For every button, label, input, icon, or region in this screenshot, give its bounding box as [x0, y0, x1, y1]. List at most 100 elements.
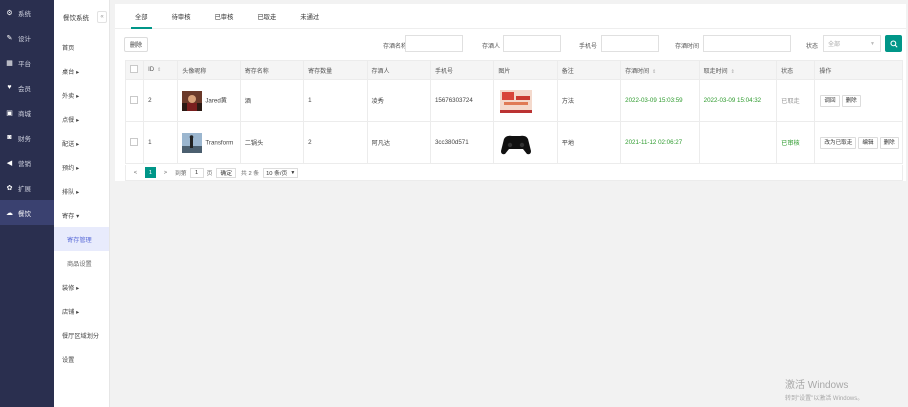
subnav-home[interactable]: 首页 [54, 35, 109, 59]
time-range-input[interactable] [703, 35, 791, 52]
subnav-reservation[interactable]: 预约 ▸ [54, 155, 109, 179]
sidebar-item-label: 设计 [18, 35, 31, 43]
subnav-decoration[interactable]: 装修 ▸ [54, 275, 109, 299]
phone-cell: 3cc380d571 [429, 121, 495, 164]
sidebar-item-platform[interactable]: ▦ 平台 [0, 50, 54, 75]
status-select[interactable]: 全部 ▼ [823, 35, 881, 52]
wallet-icon: ◙ [7, 134, 12, 141]
shop-icon: ▣ [6, 109, 13, 117]
row-checkbox[interactable] [130, 137, 138, 146]
subnav-order[interactable]: 点餐 ▸ [54, 107, 109, 131]
goto-label: 到第 [175, 171, 187, 177]
sidebar-item-label: 营销 [18, 160, 31, 168]
sidebar-item-shop[interactable]: ▣ 商城 [0, 100, 54, 125]
avatar-nickname-cell: Transform [177, 121, 241, 164]
delete-button[interactable]: 删除 [124, 37, 148, 52]
windows-activation-watermark: 激活 Windows 转到"设置"以激活 Windows。 [785, 376, 863, 402]
collapse-icon[interactable]: « [97, 11, 107, 23]
column-header[interactable]: 取走时间 ⇕ [698, 60, 778, 80]
subnav-storage[interactable]: 寄存 ▾ [54, 203, 109, 227]
watermark-line1: 激活 Windows [785, 380, 849, 391]
tab-taken[interactable]: 已取走 [257, 12, 276, 28]
select-all-cell[interactable] [124, 60, 145, 80]
edit-button[interactable]: 编辑 [858, 136, 878, 149]
sidebar-item-finance[interactable]: ◙ 财务 [0, 125, 54, 150]
sidebar-item-label: 餐饮 [18, 210, 31, 218]
wine-photo-thumbnail[interactable] [498, 85, 535, 116]
tab-approved[interactable]: 已审核 [214, 12, 233, 28]
avatar [182, 132, 203, 153]
row-checkbox[interactable] [130, 95, 138, 104]
search-button[interactable] [885, 35, 902, 52]
qty-cell: 2 [303, 121, 368, 164]
subnav-storage-manage[interactable]: 寄存管理 [54, 227, 109, 251]
row-delete-button[interactable]: 删除 [879, 136, 899, 149]
sidebar-item-system[interactable]: ⚙ 系统 [0, 0, 54, 25]
subnav-takeout[interactable]: 外卖 ▸ [54, 83, 109, 107]
tab-pending[interactable]: 待审核 [172, 12, 191, 28]
image-cell [493, 79, 558, 122]
page-number-input[interactable]: 1 [189, 167, 204, 178]
sort-icon: ⇕ [730, 68, 735, 75]
subnav-queue[interactable]: 排队 ▸ [54, 179, 109, 203]
store-time-cell: 2022-03-09 15:03:59 [620, 79, 700, 122]
total-count: 共 2 条 [241, 171, 260, 177]
subnav-storage-goods[interactable]: 商品设置 [54, 251, 109, 275]
column-header: 头像昵称 [177, 60, 241, 80]
status-select-value: 全部 [828, 42, 841, 48]
confirm-page-button[interactable]: 确定 [216, 167, 237, 178]
grid-icon: ▦ [6, 59, 13, 67]
filter-label-person: 存酒人 [481, 44, 500, 50]
row-select-cell[interactable] [124, 79, 145, 122]
watermark-line2: 转到"设置"以激活 Windows。 [785, 396, 864, 402]
brush-icon: ✎ [6, 34, 13, 42]
column-header: 备注 [556, 60, 622, 80]
filter-label-status: 状态 [805, 44, 818, 50]
subnav-store[interactable]: 店铺 ▸ [54, 299, 109, 323]
person-input[interactable] [503, 35, 561, 52]
cloud-icon: ☁ [6, 209, 13, 217]
column-header[interactable]: ID ⇕ [143, 60, 179, 80]
gamepad-photo-thumbnail[interactable] [498, 128, 535, 157]
mark-taken-button[interactable]: 改为已取走 [820, 136, 857, 149]
sub-sidebar-header: 餐饮系统 « [54, 0, 109, 34]
remark-cell: 平地 [556, 121, 622, 164]
column-header: 状态 [776, 60, 816, 80]
sidebar-item-label: 财务 [18, 135, 31, 143]
sidebar-item-extension[interactable]: ✿ 扩展 [0, 175, 54, 200]
sub-sidebar-title: 餐饮系统 [63, 15, 89, 22]
column-header[interactable]: 存酒时间 ⇕ [620, 60, 700, 80]
wine-name-input[interactable] [405, 35, 463, 52]
page-size-select[interactable]: 10 条/页 ▼ [263, 167, 299, 178]
tab-rejected[interactable]: 未通过 [300, 12, 319, 28]
row-delete-button[interactable]: 删除 [841, 94, 861, 107]
phone-input[interactable] [601, 35, 659, 52]
storage-table: ID ⇕ 头像昵称 寄存名称 寄存数量 存酒人 手机号 图片 备注 存酒时间 ⇕ 取… [124, 60, 903, 164]
name-cell: 二锅头 [239, 121, 305, 164]
sidebar-item-label: 商城 [18, 110, 31, 118]
qty-cell: 1 [303, 79, 368, 122]
next-page-button[interactable]: > [160, 167, 171, 178]
filter-label-time: 存酒时间 [674, 44, 699, 50]
sidebar-item-label: 平台 [18, 60, 31, 68]
nickname: Transform [205, 139, 234, 147]
person-cell: 阿凡达 [366, 121, 431, 164]
subnav-table[interactable]: 桌台 ▸ [54, 59, 109, 83]
revert-button[interactable]: 调回 [820, 94, 840, 107]
select-all-checkbox[interactable] [130, 65, 138, 73]
page-1-button[interactable]: 1 [145, 167, 156, 178]
subnav-area[interactable]: 餐厅区域划分 [54, 323, 109, 347]
remark-cell: 方法 [556, 79, 622, 122]
subnav-settings[interactable]: 设置 [54, 347, 109, 371]
sidebar-item-catering[interactable]: ☁ 餐饮 [0, 200, 54, 225]
subnav-delivery[interactable]: 配送 ▸ [54, 131, 109, 155]
page-unit-label: 页 [206, 171, 213, 177]
sidebar-item-design[interactable]: ✎ 设计 [0, 25, 54, 50]
sidebar-item-marketing[interactable]: ◀ 营销 [0, 150, 54, 175]
prev-page-button[interactable]: < [130, 167, 141, 178]
sidebar-item-member[interactable]: ♥ 会员 [0, 75, 54, 100]
row-select-cell[interactable] [124, 121, 145, 164]
status-badge: 已取走 [776, 79, 816, 122]
column-header: 存酒人 [366, 60, 431, 80]
tab-all[interactable]: 全部 [131, 12, 152, 29]
